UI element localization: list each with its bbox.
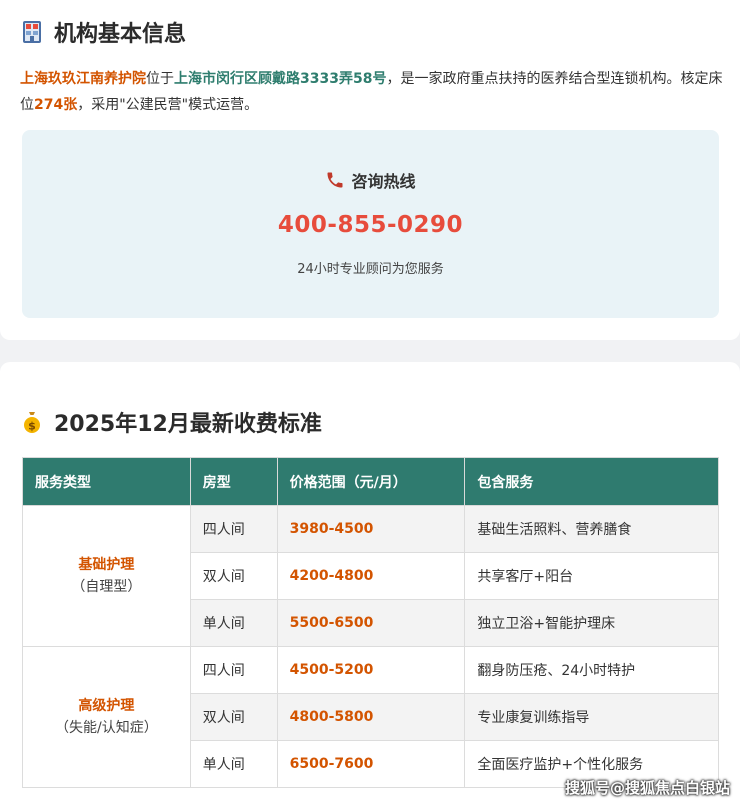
fee-standard-card: $ 2025年12月最新收费标准 服务类型 房型 价格范围（元/月） 包含服务 …	[0, 362, 740, 804]
hotline-heading: 咨询热线	[22, 168, 719, 192]
watermark: 搜狐号@搜狐焦点白银站	[564, 779, 730, 797]
price-cell: 4200-4800	[276, 552, 466, 600]
room-type-cell: 单人间	[189, 599, 278, 647]
header-included-services: 包含服务	[464, 457, 719, 506]
category-subtitle: （自理型）	[71, 579, 142, 595]
hotline-note: 24小时专业顾问为您服务	[297, 262, 444, 277]
price-cell: 4500-5200	[276, 646, 466, 694]
room-type-cell: 四人间	[189, 646, 278, 694]
phone-icon	[325, 170, 345, 190]
basic-info-title: 机构基本信息	[54, 22, 187, 47]
service-cell: 基础生活照料、营养膳食	[464, 505, 719, 553]
intro-text-3: ，采用"公建民营"模式运营。	[77, 97, 259, 113]
category-advanced-care: 高级护理 （失能/认知症）	[22, 646, 191, 788]
room-type-cell: 单人间	[189, 740, 278, 788]
hospital-icon	[20, 20, 44, 44]
intro-text-1: 位于	[146, 71, 174, 87]
fee-table-header-row: 服务类型 房型 价格范围（元/月） 包含服务	[22, 457, 719, 506]
price-cell: 4800-5800	[276, 693, 466, 741]
fee-table: 服务类型 房型 价格范围（元/月） 包含服务 基础护理 （自理型） 四人间 39…	[22, 457, 719, 788]
price-cell: 6500-7600	[276, 740, 466, 788]
header-price-range: 价格范围（元/月）	[276, 457, 466, 506]
intro-paragraph: 上海玖玖江南养护院位于上海市闵行区顾戴路3333弄58号，是一家政府重点扶持的医…	[20, 66, 725, 118]
category-subtitle: （失能/认知症）	[55, 720, 158, 736]
category-name: 基础护理	[78, 557, 135, 573]
room-type-cell: 双人间	[189, 552, 278, 600]
category-name: 高级护理	[78, 698, 135, 714]
basic-info-heading: 机构基本信息	[20, 16, 186, 48]
hotline-title: 咨询热线	[351, 172, 416, 191]
basic-info-card: 机构基本信息 上海玖玖江南养护院位于上海市闵行区顾戴路3333弄58号，是一家政…	[0, 0, 740, 340]
header-service-type: 服务类型	[22, 457, 191, 506]
header-room-type: 房型	[189, 457, 278, 506]
service-cell: 翻身防压疮、24小时特护	[464, 646, 719, 694]
bed-count: 274张	[34, 97, 78, 113]
room-type-cell: 双人间	[189, 693, 278, 741]
room-type-cell: 四人间	[189, 505, 278, 553]
institution-address: 上海市闵行区顾戴路3333弄58号	[174, 71, 387, 87]
hotline-phone-number[interactable]: 400-855-0290	[22, 212, 719, 238]
category-basic-care: 基础护理 （自理型）	[22, 505, 191, 647]
service-cell: 共享客厅+阳台	[464, 552, 719, 600]
price-cell: 5500-6500	[276, 599, 466, 647]
table-row: 基础护理 （自理型） 四人间 3980-4500 基础生活照料、营养膳食	[22, 505, 719, 647]
fee-standard-heading: $ 2025年12月最新收费标准	[20, 406, 322, 438]
institution-name: 上海玖玖江南养护院	[20, 71, 146, 87]
svg-text:$: $	[28, 420, 36, 433]
fee-standard-title: 2025年12月最新收费标准	[54, 412, 322, 437]
money-bag-icon: $	[20, 410, 44, 434]
price-cell: 3980-4500	[276, 505, 466, 553]
service-cell: 专业康复训练指导	[464, 693, 719, 741]
hotline-box: 咨询热线 400-855-0290 24小时专业顾问为您服务	[22, 130, 719, 318]
table-row: 高级护理 （失能/认知症） 四人间 4500-5200 翻身防压疮、24小时特护	[22, 646, 719, 788]
service-cell: 独立卫浴+智能护理床	[464, 599, 719, 647]
